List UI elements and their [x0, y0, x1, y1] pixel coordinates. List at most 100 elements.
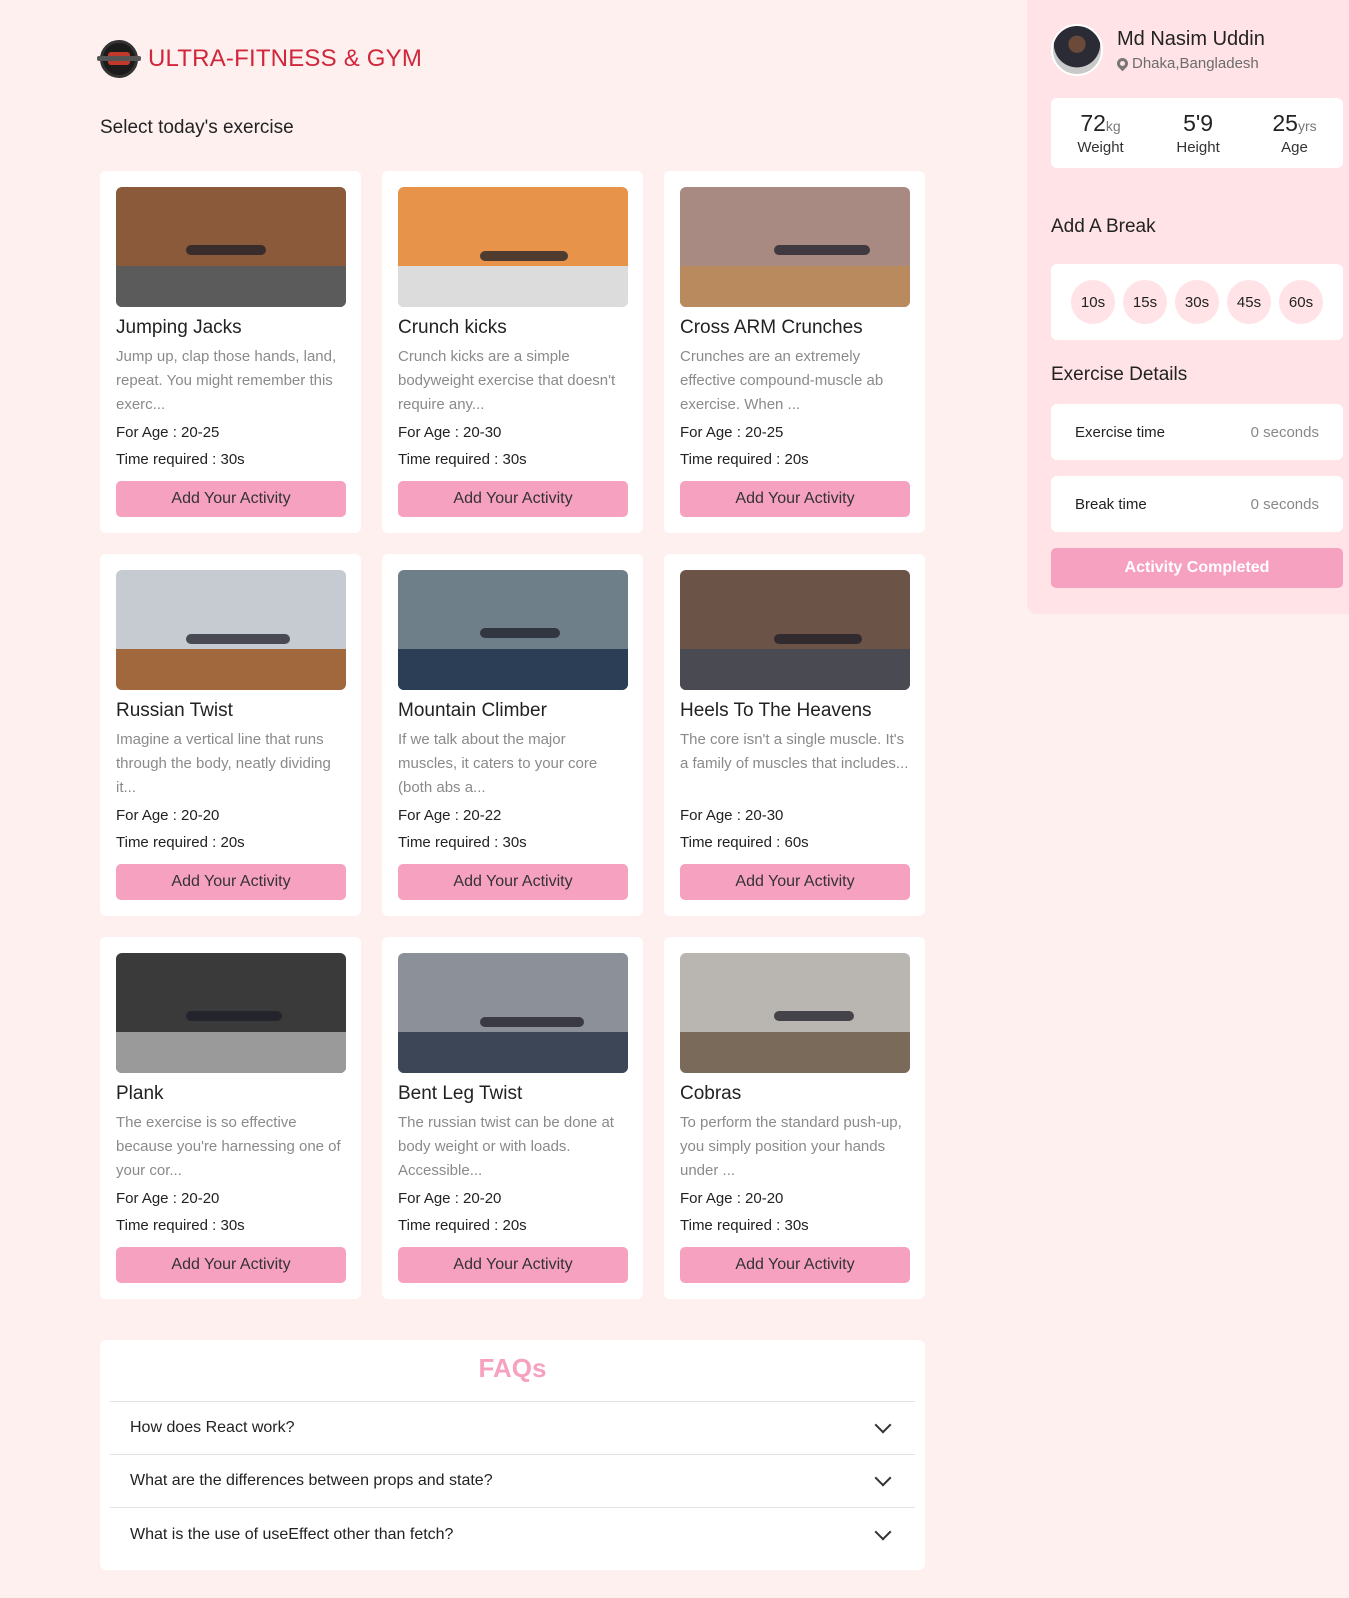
break-time-value: 0 seconds: [1250, 495, 1319, 513]
exercise-card: Jumping Jacks Jump up, clap those hands, …: [100, 171, 361, 533]
age-unit: yrs: [1297, 118, 1317, 134]
chevron-down-icon[interactable]: [874, 1469, 892, 1487]
image-floor: [680, 1032, 910, 1073]
faq-list: How does React work? What are the differ…: [110, 1402, 915, 1561]
weight-label: Weight: [1077, 139, 1124, 156]
exercise-description: To perform the standard push-up, you sim…: [680, 1114, 902, 1179]
exercise-card: Crunch kicks Crunch kicks are a simple bo…: [382, 171, 643, 533]
break-button-45s[interactable]: 45s: [1227, 280, 1271, 324]
exercise-card: Russian Twist Imagine a vertical line tha…: [100, 554, 361, 916]
image-floor: [116, 266, 346, 307]
break-heading: Add A Break: [1051, 216, 1156, 237]
exercise-image: [398, 953, 628, 1073]
exercise-image: [116, 187, 346, 307]
stats-panel: 72kg Weight 5'9 Height 25yrs Age: [1051, 98, 1343, 168]
add-activity-button[interactable]: Add Your Activity: [680, 1247, 910, 1283]
exercise-description: Crunch kicks are a simple bodyweight exe…: [398, 348, 616, 413]
add-activity-button[interactable]: Add Your Activity: [116, 864, 346, 900]
exercise-image: [680, 570, 910, 690]
image-figure: [480, 1017, 584, 1027]
location-text: Dhaka,Bangladesh: [1132, 55, 1259, 72]
faq-item[interactable]: How does React work?: [110, 1402, 915, 1455]
chevron-down-icon[interactable]: [874, 1523, 892, 1540]
exercise-title: Bent Leg Twist: [398, 1083, 523, 1104]
exercise-age: For Age : 20-25: [680, 424, 784, 441]
add-activity-button[interactable]: Add Your Activity: [116, 481, 346, 517]
image-floor: [398, 266, 628, 307]
exercise-card: Heels To The Heavens The core isn't a sin…: [664, 554, 925, 916]
stat-weight: 72kg Weight: [1077, 110, 1123, 156]
sidebar: Md Nasim Uddin Dhaka,Bangladesh 72kg Wei…: [1027, 0, 1349, 614]
exercise-age: For Age : 20-30: [398, 424, 502, 441]
exercise-age: For Age : 20-20: [398, 1190, 502, 1207]
exercise-description: Crunches are an extremely effective comp…: [680, 348, 884, 413]
profile: Md Nasim Uddin Dhaka,Bangladesh: [1051, 24, 1265, 76]
exercise-title: Mountain Climber: [398, 700, 547, 721]
exercise-time-required: Time required : 30s: [398, 451, 527, 468]
image-figure: [186, 1011, 282, 1021]
exercise-time-required: Time required : 30s: [116, 1217, 245, 1234]
exercise-age: For Age : 20-30: [680, 807, 784, 824]
exercise-description: The russian twist can be done at body we…: [398, 1114, 614, 1179]
add-activity-button[interactable]: Add Your Activity: [680, 481, 910, 517]
height-value: 5'9: [1183, 110, 1214, 136]
stat-age: 25yrs Age: [1272, 110, 1316, 156]
exercise-image: [398, 187, 628, 307]
add-activity-button[interactable]: Add Your Activity: [398, 1247, 628, 1283]
exercise-age: For Age : 20-22: [398, 807, 502, 824]
weight-unit: kg: [1105, 118, 1121, 134]
exercise-description: The exercise is so effective because you…: [116, 1114, 341, 1179]
exercise-title: Cobras: [680, 1083, 742, 1104]
exercise-title: Heels To The Heavens: [680, 700, 872, 721]
exercise-card: Mountain Climber If we talk about the maj…: [382, 554, 643, 916]
exercise-description: The core isn't a single muscle. It's a f…: [680, 731, 909, 772]
break-options: 10s 15s 30s 45s 60s: [1051, 264, 1343, 340]
exercise-time-label: Exercise time: [1075, 423, 1166, 441]
section-title: Select today's exercise: [100, 117, 294, 138]
image-figure: [480, 251, 568, 261]
exercise-title: Crunch kicks: [398, 317, 507, 338]
add-activity-button[interactable]: Add Your Activity: [680, 864, 910, 900]
stat-height: 5'9 Height: [1176, 110, 1219, 156]
brand-title: ULTRA-FITNESS & GYM: [148, 45, 423, 72]
break-time-row: Break time 0 seconds: [1051, 476, 1343, 532]
chevron-down-icon[interactable]: [874, 1416, 892, 1434]
faq-item[interactable]: What is the use of useEffect other than …: [110, 1508, 915, 1561]
exercise-title: Jumping Jacks: [116, 317, 242, 338]
exercise-time-required: Time required : 20s: [116, 834, 245, 851]
faq-item[interactable]: What are the differences between props a…: [110, 1455, 915, 1508]
add-activity-button[interactable]: Add Your Activity: [398, 864, 628, 900]
age-label: Age: [1281, 139, 1308, 156]
faq-question: What are the differences between props a…: [130, 1472, 493, 1489]
exercise-image: [680, 187, 910, 307]
break-button-10s[interactable]: 10s: [1071, 280, 1115, 324]
break-button-15s[interactable]: 15s: [1123, 280, 1167, 324]
exercise-image: [116, 953, 346, 1073]
faq-section: FAQs How does React work? What are the d…: [100, 1340, 925, 1570]
break-button-30s[interactable]: 30s: [1175, 280, 1219, 324]
activity-completed-button[interactable]: Activity Completed: [1051, 548, 1343, 588]
exercise-grid: Jumping Jacks Jump up, clap those hands, …: [100, 171, 925, 1299]
image-figure: [186, 634, 290, 644]
exercise-time-required: Time required : 30s: [116, 451, 245, 468]
weight-value: 72: [1080, 110, 1106, 136]
gym-logo-icon: [97, 40, 141, 78]
image-floor: [680, 649, 910, 690]
brand[interactable]: ULTRA-FITNESS & GYM: [97, 40, 423, 78]
faq-question: How does React work?: [130, 1419, 295, 1436]
break-button-60s[interactable]: 60s: [1279, 280, 1323, 324]
exercise-title: Plank: [116, 1083, 164, 1104]
map-pin-icon: [1114, 55, 1131, 72]
break-time-label: Break time: [1075, 495, 1147, 513]
exercise-card: Cross ARM Crunches Crunches are an extrem…: [664, 171, 925, 533]
exercise-time-required: Time required : 30s: [398, 834, 527, 851]
exercise-time-value: 0 seconds: [1250, 423, 1319, 441]
add-activity-button[interactable]: Add Your Activity: [398, 481, 628, 517]
image-floor: [398, 649, 628, 690]
image-figure: [774, 245, 870, 255]
faq-title: FAQs: [110, 1350, 915, 1402]
exercise-card: Bent Leg Twist The russian twist can be d…: [382, 937, 643, 1299]
exercise-time-row: Exercise time 0 seconds: [1051, 404, 1343, 460]
add-activity-button[interactable]: Add Your Activity: [116, 1247, 346, 1283]
image-floor: [116, 649, 346, 690]
